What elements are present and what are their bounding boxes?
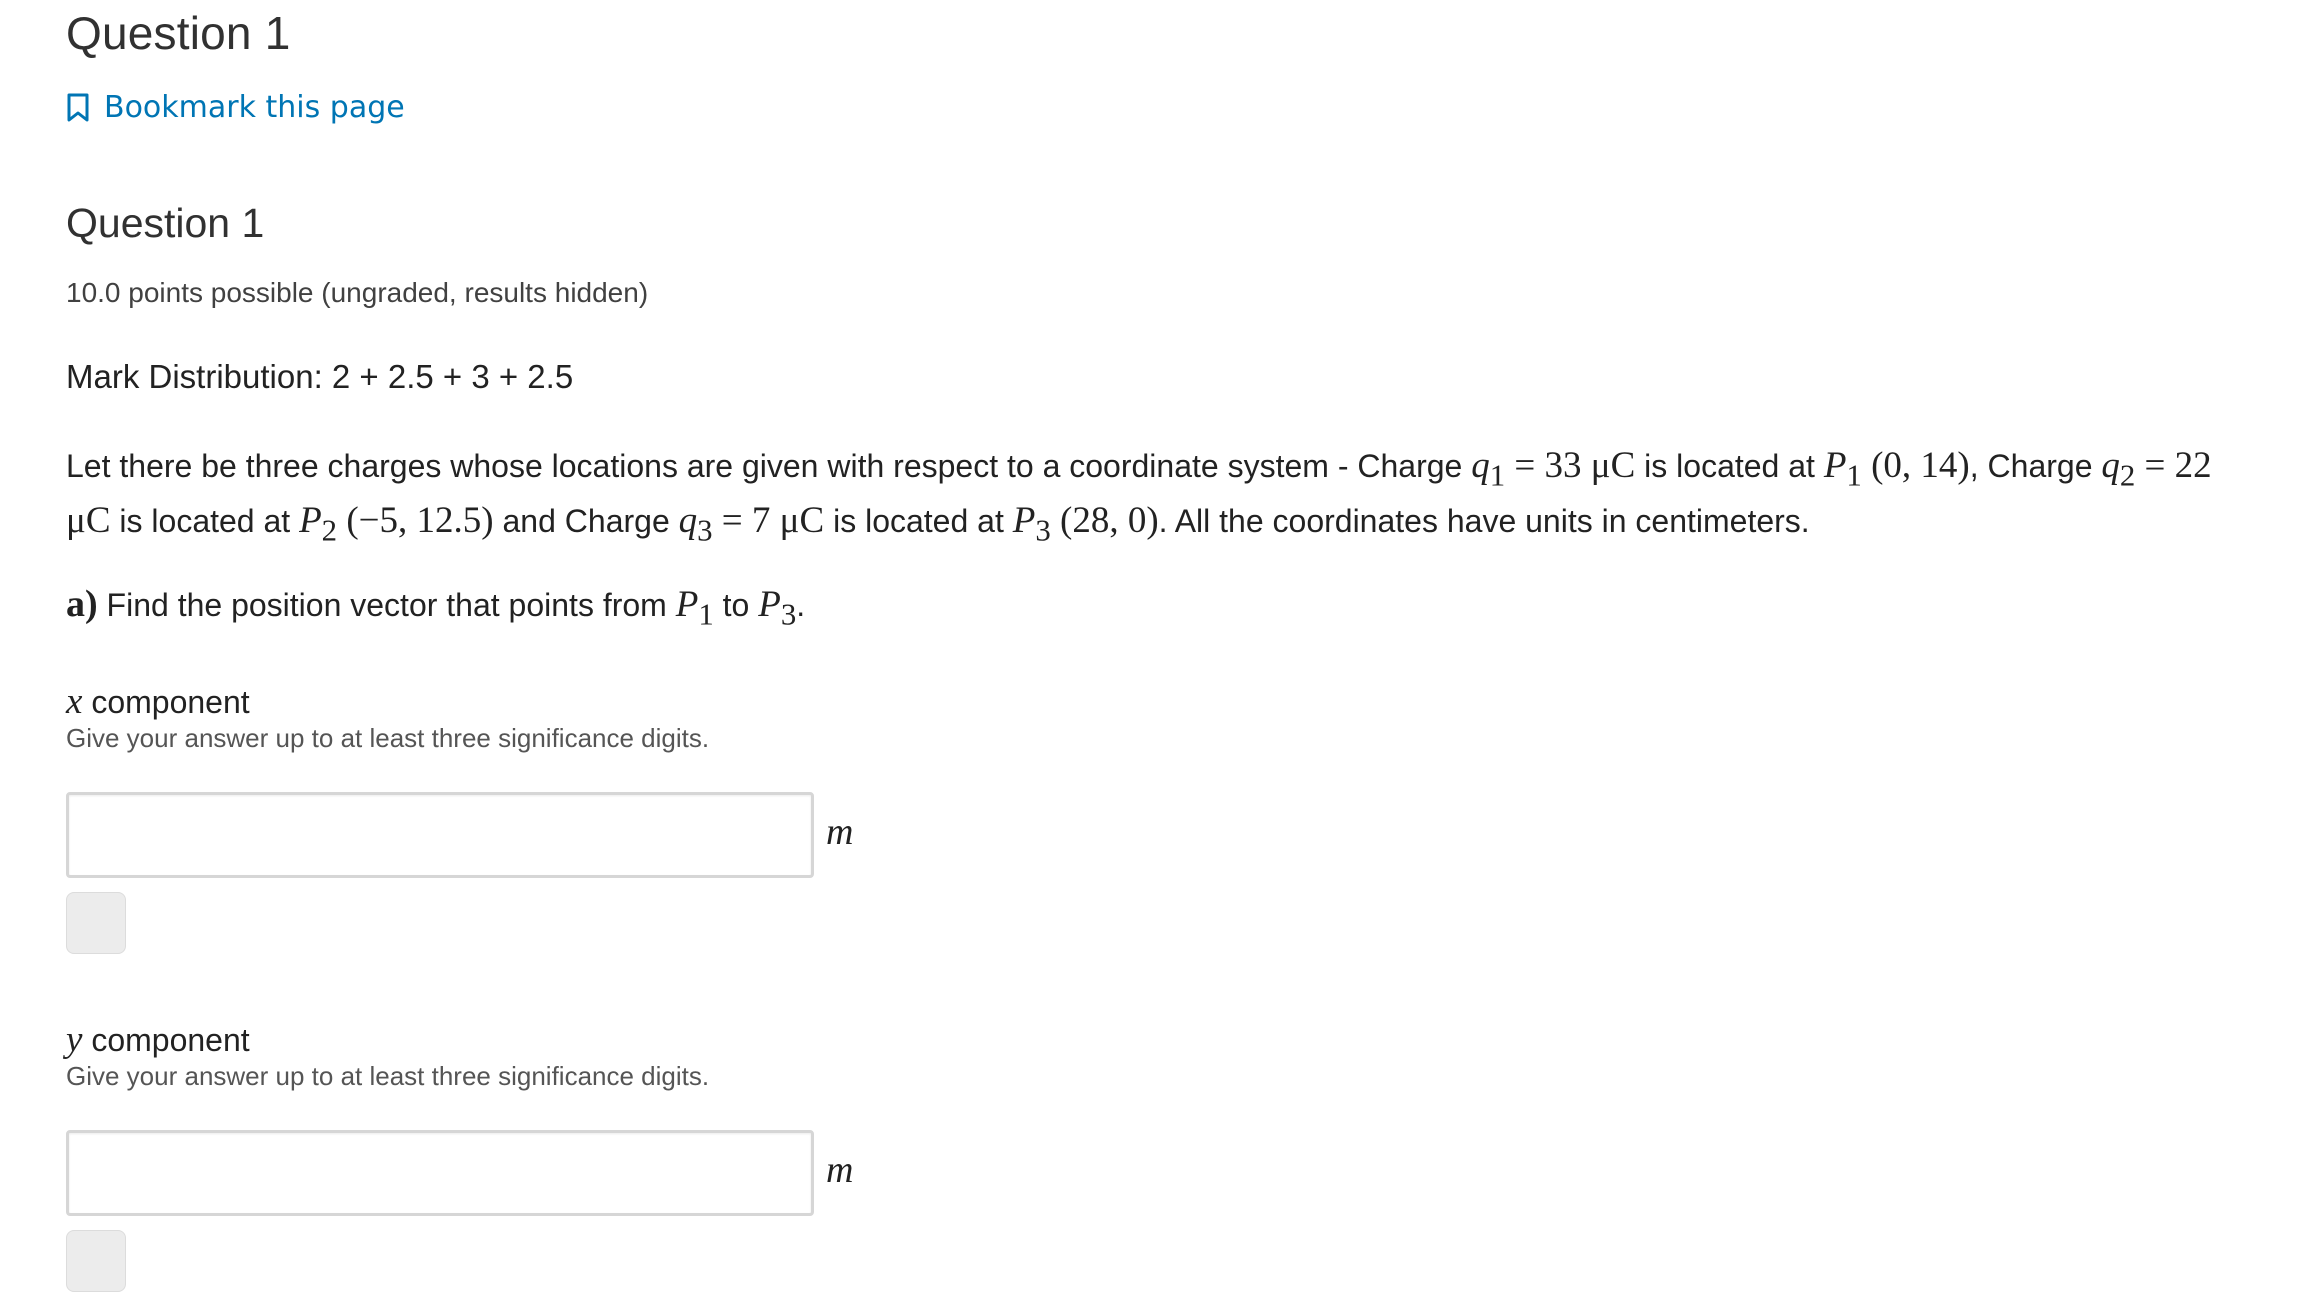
bookmark-icon [67, 93, 89, 121]
x-component-unit: m [826, 811, 854, 853]
charge-q1: q1 = 33 μC [1471, 445, 1636, 493]
y-component-unit: m [826, 1149, 854, 1191]
y-component-label: y component [66, 1019, 250, 1060]
unit-title: Question 1 [66, 7, 291, 59]
point-p3: P3 (28, 0) [1012, 500, 1159, 548]
bookmark-button[interactable]: Bookmark this page [66, 90, 405, 125]
point-p1: P1 (0, 14) [1823, 445, 1970, 493]
y-component-input[interactable] [66, 1130, 814, 1216]
x-component-input[interactable] [66, 792, 814, 878]
point-p2: P2 (−5, 12.5) [299, 500, 494, 548]
part-a-label: a) [66, 583, 98, 625]
bookmark-label: Bookmark this page [104, 90, 405, 125]
x-component-hint: Give your answer up to at least three si… [66, 723, 710, 753]
problem-statement: Let there be three charges whose locatio… [66, 445, 2212, 548]
x-component-status-button[interactable] [66, 892, 126, 954]
charge-q3: q3 = 7 μC [678, 500, 825, 548]
problem-title: Question 1 [66, 200, 265, 246]
part-a-question: a) Find the position vector that points … [66, 583, 806, 632]
y-component-status-button[interactable] [66, 1230, 126, 1292]
x-component-label: x component [66, 681, 250, 722]
points-possible: 10.0 points possible (ungraded, results … [66, 277, 649, 308]
y-component-hint: Give your answer up to at least three si… [66, 1061, 710, 1091]
mark-distribution: Mark Distribution: 2 + 2.5 + 3 + 2.5 [66, 358, 574, 395]
